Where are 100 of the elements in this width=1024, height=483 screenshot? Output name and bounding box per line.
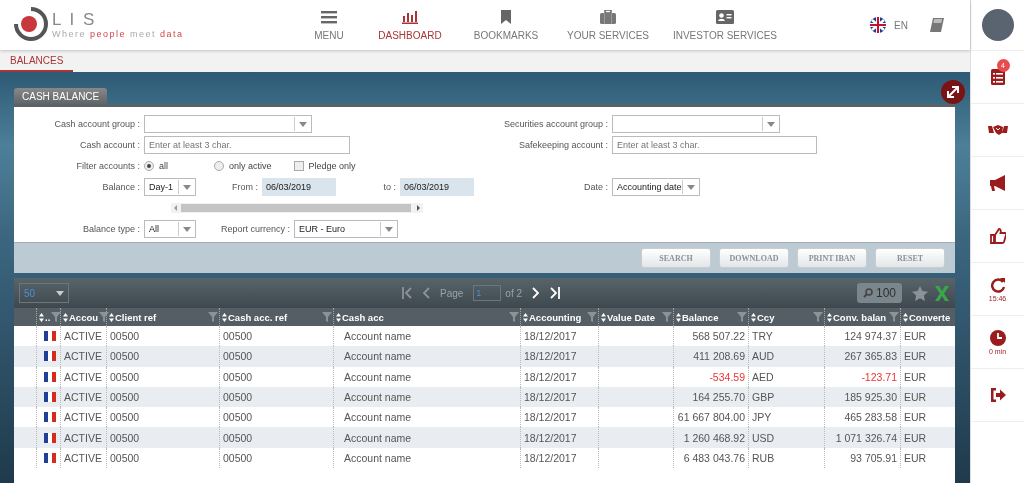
table-row[interactable]: ACTIVE 00500 00500 Account name 18/12/2017 6 483 043.76 RUB 93 705.91 EUR (14, 447, 955, 469)
flag-icon (44, 452, 56, 463)
sort-icon (39, 312, 44, 322)
column-header[interactable]: Client ref (106, 308, 219, 326)
table-cell: EUR (904, 330, 927, 343)
search-icon (862, 288, 873, 298)
dropdown[interactable]: EUR - Euro (294, 220, 398, 238)
table-cell: 465 283.58 (844, 411, 897, 424)
column-header[interactable]: Conv. balan (824, 308, 900, 326)
table-cell: EUR (904, 411, 927, 424)
flag-icon (44, 371, 56, 382)
table-cell: ACTIVE (64, 391, 102, 404)
table-cell: GBP (752, 391, 775, 404)
table-cell: EUR (904, 451, 927, 464)
dropdown[interactable]: Accounting date (612, 178, 700, 196)
table-cell: ACTIVE (64, 330, 102, 343)
page-label: Page (440, 287, 464, 299)
column-header[interactable]: Value Date (598, 308, 673, 326)
column-header[interactable]: .. (36, 308, 60, 326)
table-cell: 00500 (110, 391, 140, 404)
nav-item[interactable]: DASHBOARD (359, 9, 461, 41)
table-cell: 00500 (223, 330, 253, 343)
bar-chart-icon (402, 9, 418, 24)
language-selector[interactable]: EN (894, 19, 908, 31)
table-cell: 124 974.37 (844, 330, 897, 343)
nav-item[interactable]: INVESTOR SERVICES (665, 9, 785, 41)
text-field[interactable]: Enter at least 3 char. (144, 136, 350, 154)
flag-icon (44, 392, 56, 403)
nav-item[interactable]: MENU (299, 9, 359, 41)
star-icon[interactable] (912, 285, 928, 301)
first-page-icon[interactable] (402, 287, 412, 299)
table-cell: 00500 (223, 431, 253, 444)
table-cell: Account name (344, 411, 412, 424)
sort-icon (751, 312, 756, 322)
nav-item[interactable]: BOOKMARKS (461, 9, 551, 41)
dropdown[interactable]: Day-1 (144, 178, 196, 196)
table-cell: 18/12/2017 (524, 370, 577, 383)
filter-icon (813, 312, 823, 322)
table-cell: Account name (344, 431, 412, 444)
table-cell: Account name (344, 370, 412, 383)
caret-icon (767, 121, 775, 127)
briefcase-icon (600, 9, 616, 24)
excel-x-icon[interactable] (934, 285, 950, 301)
table-cell: Account name (344, 330, 412, 343)
table-cell: 18/12/2017 (524, 411, 577, 424)
checkbox[interactable] (293, 161, 304, 171)
table-row[interactable]: ACTIVE 00500 00500 Account name 18/12/2017 -534.59 AED -123.71 EUR (14, 366, 955, 387)
table-cell: 18/12/2017 (524, 330, 577, 343)
table-cell: 00500 (110, 431, 140, 444)
table-cell: ACTIVE (64, 370, 102, 383)
column-header[interactable]: Converte (900, 308, 955, 326)
table-cell: 185 925.30 (844, 391, 897, 404)
table-cell: 00500 (223, 411, 253, 424)
column-header[interactable]: Accou (60, 308, 106, 326)
column-header[interactable]: Accounting (520, 308, 598, 326)
thumbs-up-icon (989, 228, 1006, 244)
table-cell: 00500 (223, 350, 253, 363)
column-header[interactable]: Cash acc (333, 308, 520, 326)
table-cell: AUD (752, 350, 775, 363)
field-label: Report currency : (219, 224, 290, 234)
table-cell: 00500 (110, 370, 140, 383)
column-header[interactable]: Ccy (748, 308, 824, 326)
horizontal-scrollbar[interactable] (171, 203, 423, 213)
date-field[interactable]: 06/03/2019 (262, 178, 336, 196)
panel-tab[interactable]: CASH BALANCE (14, 88, 108, 104)
table-cell: JPY (752, 411, 772, 424)
avatar[interactable] (981, 9, 1014, 41)
sort-icon (222, 312, 227, 322)
radio-button[interactable] (214, 161, 224, 171)
column-header[interactable]: Balance (673, 308, 748, 326)
dropdown[interactable]: All (144, 220, 196, 238)
table-row[interactable]: ACTIVE 00500 00500 Account name 18/12/2017 1 260 468.92 USD 1 071 326.74 EUR (14, 427, 955, 448)
nav-item[interactable]: YOUR SERVICES (551, 9, 665, 41)
table-cell: Account name (344, 350, 412, 363)
table-cell: Account name (344, 451, 412, 464)
table-cell: -534.59 (709, 370, 745, 383)
field-label: Filter accounts : (75, 161, 140, 171)
table-cell: USD (752, 431, 775, 444)
quick-search-count-button[interactable]: 100 (856, 283, 902, 303)
radio-button[interactable] (144, 161, 154, 171)
tagline: Where people meet data (52, 29, 184, 39)
table-cell: EUR (904, 370, 927, 383)
table-row[interactable]: ACTIVE 00500 00500 Account name 18/12/2017 411 208.69 AUD 267 365.83 EUR (14, 346, 955, 367)
date-field[interactable]: 06/03/2019 (400, 178, 474, 196)
filter-icon (662, 312, 672, 322)
table-row[interactable]: ACTIVE 00500 00500 Account name 18/12/2017 164 255.70 GBP 185 925.30 EUR (14, 386, 955, 408)
column-header[interactable]: Cash acc. ref (219, 308, 333, 326)
table-cell: RUB (752, 451, 775, 464)
table-cell: 1 260 468.92 (683, 431, 745, 444)
next-page-icon[interactable] (532, 287, 541, 299)
option-label: Pledge only (308, 161, 356, 171)
book-icon[interactable] (930, 18, 944, 32)
field-label: to : (382, 182, 396, 192)
table-cell: ACTIVE (64, 431, 102, 444)
expand-icon[interactable] (941, 80, 965, 104)
previous-page-icon[interactable] (422, 287, 430, 299)
table-cell: 18/12/2017 (524, 431, 577, 444)
field-label: Balance : (101, 182, 140, 192)
text-field[interactable]: Enter at least 3 char. (612, 136, 817, 154)
last-page-icon[interactable] (550, 287, 561, 299)
